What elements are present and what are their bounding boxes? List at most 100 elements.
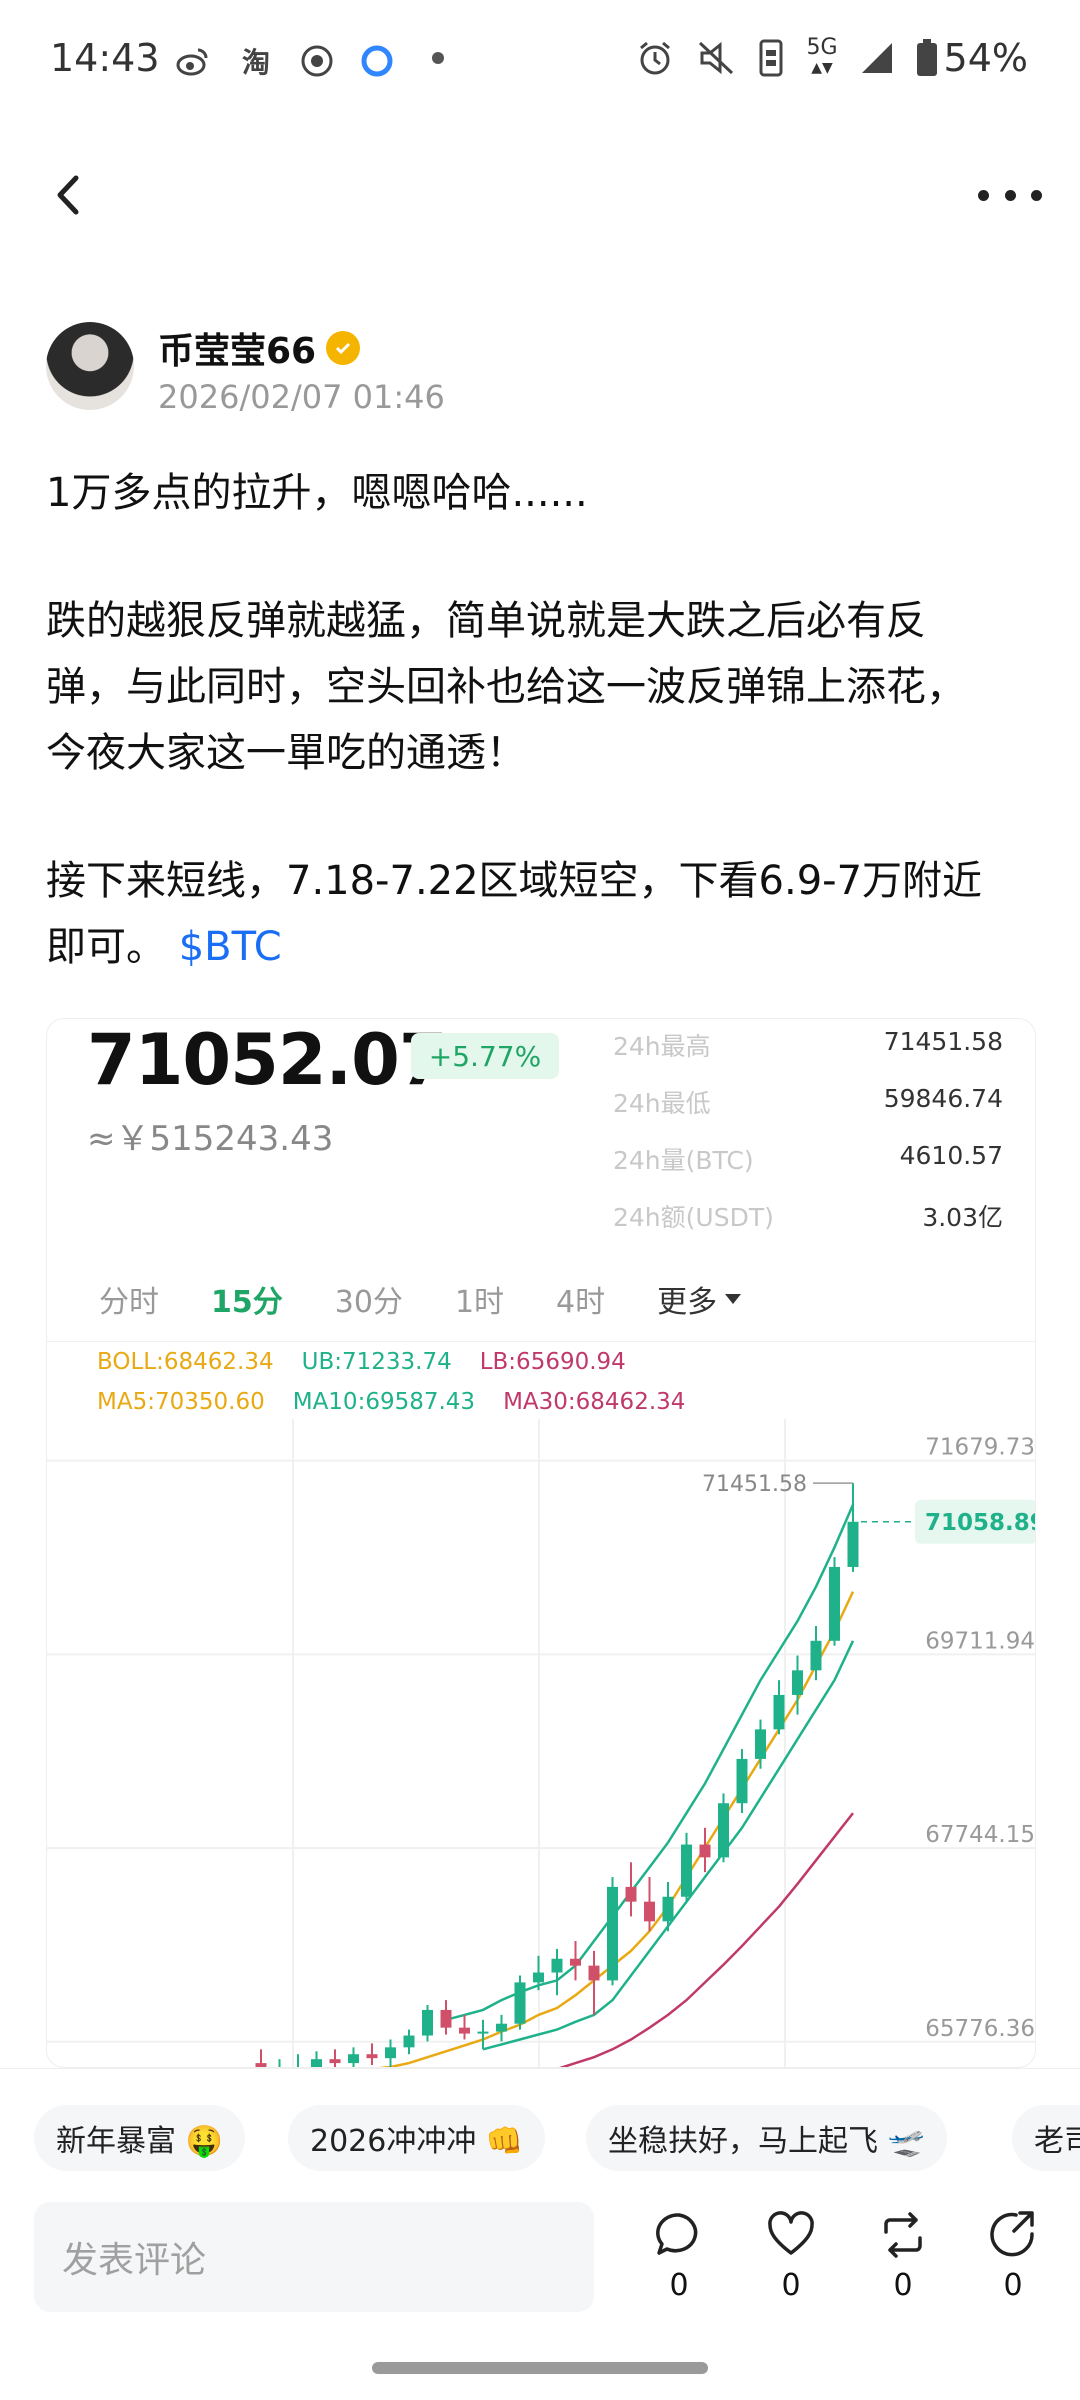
mute-icon <box>699 41 734 75</box>
browser-icon <box>361 45 393 77</box>
candle-body <box>440 2009 452 2028</box>
share-count: 0 <box>1003 2268 1023 2303</box>
candle-body <box>607 1886 618 1981</box>
candle-body <box>588 1965 600 1981</box>
candle-body <box>810 1640 822 1671</box>
stat-row: 24h最高 71451.58 <box>613 1027 1003 1084</box>
topic-tag[interactable]: 2026冲冲冲 👊 <box>288 2105 546 2171</box>
stat-value: 71451.58 <box>883 1027 1003 1056</box>
y-tick-label: 67744.15 <box>925 1822 1035 1848</box>
post-line: 接下来短线，7.18-7.22区域短空，下看6.9-7万附近 <box>46 858 983 904</box>
tab-30m[interactable]: 30分 <box>335 1277 403 1321</box>
boll-indicators: BOLL:68462.34 UB:71233.74 LB:65690.94 <box>97 1349 626 1375</box>
last-price-label: 71058.89 <box>925 1510 1036 1536</box>
candle-body <box>718 1803 729 1858</box>
last-price: 71052.07 <box>87 1019 448 1101</box>
repost-count: 0 <box>893 2268 913 2303</box>
alarm-icon <box>640 41 671 75</box>
candle-body <box>459 2027 470 2034</box>
candle-body <box>514 1982 526 2024</box>
caret-down-icon <box>725 1294 742 1304</box>
change-badge: +5.77% <box>411 1033 559 1079</box>
candlestick-chart[interactable]: 71451.58 71058.89 71679.73 69711.94 67744.15… <box>47 1419 1036 2068</box>
author-header: 币莹莹66 2026/02/07 01:46 <box>46 322 1046 422</box>
share-icon <box>990 2211 1034 2257</box>
status-time: 14:43 <box>50 36 160 80</box>
ma10-value: MA10:69587.43 <box>292 1389 476 1415</box>
candle-body <box>348 2054 359 2064</box>
avatar[interactable] <box>46 322 134 410</box>
tab-4h[interactable]: 4时 <box>556 1277 605 1321</box>
high-price-label: 71451.58 <box>702 1472 807 1497</box>
candle-body <box>625 1886 637 1902</box>
btc-tag-link[interactable]: $BTC <box>179 924 282 970</box>
status-dot <box>432 52 444 64</box>
candle-body <box>773 1694 785 1730</box>
like-button[interactable]: 0 <box>756 2210 826 2303</box>
more-dot <box>1031 189 1042 201</box>
candle-body <box>829 1566 840 1641</box>
network-label: 5G <box>806 35 838 60</box>
candle-body <box>755 1729 766 1759</box>
market-stats: 24h最高 71451.58 24h最低 59846.74 24h量(BTC) … <box>613 1027 1003 1255</box>
comment-icon <box>656 2213 698 2255</box>
battery: 54% <box>916 36 1028 80</box>
candle-body <box>533 1972 544 1983</box>
topic-tag[interactable]: 坐稳扶好，马上起飞 🛫 <box>586 2105 947 2171</box>
author-name-row[interactable]: 币莹莹66 <box>158 322 361 374</box>
stat-row: 24h最低 59846.74 <box>613 1084 1003 1141</box>
candle-body <box>477 2031 489 2034</box>
y-tick-label: 71679.73 <box>925 1435 1035 1461</box>
stat-value: 59846.74 <box>883 1084 1003 1113</box>
topic-tag[interactable]: 新年暴富 🤑 <box>34 2105 245 2171</box>
boll-ub-line <box>445 1504 855 2022</box>
post-text: 即可。 <box>46 924 166 970</box>
battery-icon <box>916 39 937 76</box>
y-tick-label: 65776.36 <box>925 2016 1035 2042</box>
network-type: 5G ▲▼ <box>806 35 838 77</box>
boll-value: BOLL:68462.34 <box>97 1349 274 1375</box>
more-button[interactable] <box>978 170 1042 220</box>
tab-15m[interactable]: 15分 <box>211 1277 283 1321</box>
tab-1h[interactable]: 1时 <box>455 1277 504 1321</box>
top-nav <box>0 150 1080 240</box>
topic-tag[interactable]: 老司机 <box>1012 2105 1080 2171</box>
interval-tabs: 分时 15分 30分 1时 4时 更多 <box>99 1269 999 1329</box>
boll-ub-value: UB:71233.74 <box>301 1349 452 1375</box>
post-time: 2026/02/07 01:46 <box>158 378 445 416</box>
share-button[interactable]: 0 <box>978 2210 1048 2303</box>
candle-body <box>681 1844 692 1897</box>
candle-body <box>847 1521 859 1567</box>
ma5-value: MA5:70350.60 <box>97 1389 265 1415</box>
taobao-icon: 淘 <box>242 46 270 78</box>
candle-body <box>551 1958 563 1973</box>
comment-input[interactable]: 发表评论 <box>34 2202 594 2312</box>
candle-body <box>699 1844 711 1858</box>
market-card[interactable]: 71052.07 +5.77% ≈￥515243.43 24h最高 71451.… <box>46 1018 1036 2068</box>
repost-button[interactable]: 0 <box>868 2210 938 2303</box>
candle-body <box>366 2054 378 2059</box>
tab-more-dropdown[interactable]: 更多 <box>657 1277 742 1321</box>
divider <box>47 1341 1035 1342</box>
status-indicators: 5G ▲▼ 54% <box>636 36 1028 80</box>
stat-label: 24h最低 <box>613 1089 711 1118</box>
signal-icon <box>861 43 892 73</box>
candle-body <box>422 2009 433 2036</box>
comment-button[interactable]: 0 <box>644 2210 714 2303</box>
post-line: 今夜大家这一單吃的通透！ <box>46 730 526 776</box>
ma-indicators: MA5:70350.60 MA10:69587.43 MA30:68462.34 <box>97 1389 685 1415</box>
like-heart-icon <box>768 2211 814 2255</box>
chevron-left-icon[interactable] <box>44 170 94 220</box>
stat-label: 24h量(BTC) <box>613 1146 754 1175</box>
more-dot <box>978 189 989 201</box>
tab-1m[interactable]: 分时 <box>99 1277 159 1321</box>
stat-label: 24h最高 <box>613 1032 711 1061</box>
candle-body <box>385 2047 396 2059</box>
battery-percent: 54% <box>943 36 1028 80</box>
candle-body <box>736 1758 748 1804</box>
candle-body <box>329 2059 341 2064</box>
post-line: 1万多点的拉升，嗯嗯哈哈...... <box>46 470 588 516</box>
ma30-value: MA30:68462.34 <box>503 1389 686 1415</box>
candle-body <box>403 2035 415 2048</box>
author-name[interactable]: 币莹莹66 <box>158 322 316 374</box>
